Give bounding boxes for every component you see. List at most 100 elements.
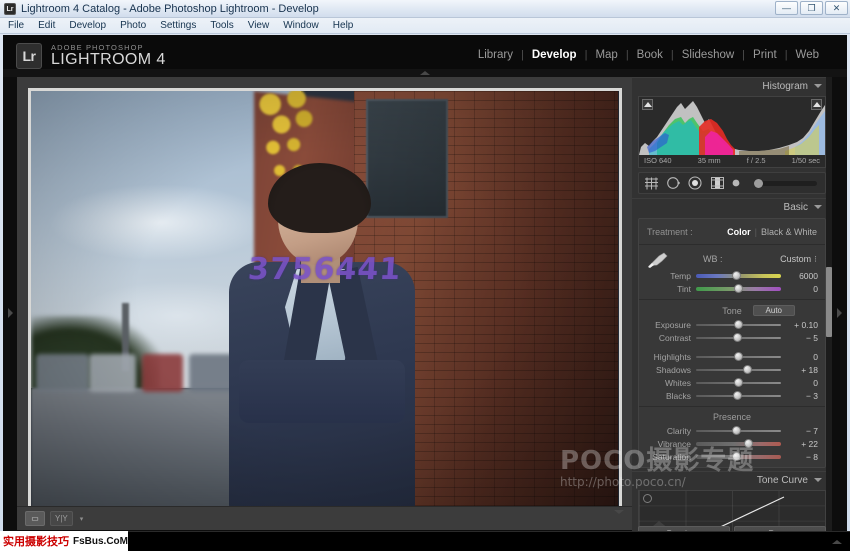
tone-curve-panel-header[interactable]: Tone Curve <box>632 471 832 488</box>
module-slideshow[interactable]: Slideshow <box>674 49 742 61</box>
module-library[interactable]: Library <box>470 49 521 61</box>
slider-knob[interactable] <box>732 452 741 461</box>
close-button[interactable]: ✕ <box>825 1 848 15</box>
identity-plate[interactable]: Lr ADOBE PHOTOSHOP LIGHTROOM 4 <box>16 43 166 69</box>
targeted-adjustment-icon[interactable] <box>643 494 652 503</box>
menu-item-photo[interactable]: Photo <box>120 20 146 31</box>
slider-knob[interactable] <box>734 284 743 293</box>
slider-track[interactable] <box>696 324 781 326</box>
slider-label: Saturation <box>643 452 691 462</box>
slider-knob[interactable] <box>734 320 743 329</box>
minimize-button[interactable]: — <box>775 1 798 15</box>
left-panel-collapse-handle[interactable] <box>3 77 17 548</box>
white-balance-selector-icon[interactable] <box>645 251 671 271</box>
slider-blacks[interactable]: Blacks − 3 <box>639 389 825 402</box>
top-panel-collapse-handle[interactable] <box>3 69 847 77</box>
before-after-button[interactable]: Y|Y <box>50 511 73 526</box>
slider-highlights[interactable]: Highlights 0 <box>639 350 825 363</box>
right-panel-collapse-handle[interactable] <box>832 77 847 548</box>
slider-track[interactable] <box>696 455 781 459</box>
wb-dropdown-icon[interactable]: ⁝ <box>814 254 817 265</box>
slider-track[interactable] <box>696 287 781 291</box>
slider-track[interactable] <box>696 369 781 371</box>
slider-knob[interactable] <box>744 439 753 448</box>
slider-vibrance[interactable]: Vibrance + 22 <box>639 437 825 450</box>
slider-contrast[interactable]: Contrast − 5 <box>639 331 825 344</box>
slider-value[interactable]: + 18 <box>786 365 818 375</box>
auto-tone-button[interactable]: Auto <box>753 305 795 316</box>
histogram-panel-header[interactable]: Histogram <box>632 77 832 94</box>
menu-item-view[interactable]: View <box>248 20 270 31</box>
slider-knob[interactable] <box>734 352 743 361</box>
red-eye-correction-icon[interactable] <box>688 176 703 190</box>
slider-value[interactable]: 6000 <box>786 271 818 281</box>
module-print[interactable]: Print <box>745 49 785 61</box>
slider-value[interactable]: − 8 <box>786 452 818 462</box>
wb-preset-value[interactable]: Custom <box>780 254 811 264</box>
slider-knob[interactable] <box>733 333 742 342</box>
lightroom-shell: Lr ADOBE PHOTOSHOP LIGHTROOM 4 Library |… <box>3 35 847 548</box>
loupe-view-button[interactable]: ▭ <box>25 511 45 526</box>
view-toolbar: ▭ Y|Y ▾ <box>17 506 632 530</box>
slider-tint[interactable]: Tint 0 <box>639 282 825 295</box>
slider-value[interactable]: − 3 <box>786 391 818 401</box>
menu-item-window[interactable]: Window <box>283 20 319 31</box>
image-preview-area[interactable]: 3756441 <box>17 77 632 548</box>
slider-knob[interactable] <box>743 365 752 374</box>
menu-item-file[interactable]: File <box>8 20 24 31</box>
photo-image[interactable]: 3756441 <box>31 91 619 515</box>
slider-track[interactable] <box>696 442 781 446</box>
brush-size-knob[interactable] <box>754 179 763 188</box>
slider-exposure[interactable]: Exposure + 0.10 <box>639 318 825 331</box>
module-web[interactable]: Web <box>788 49 827 61</box>
slider-whites[interactable]: Whites 0 <box>639 376 825 389</box>
slider-track[interactable] <box>696 382 781 384</box>
slider-value[interactable]: − 7 <box>786 426 818 436</box>
menu-item-develop[interactable]: Develop <box>69 20 106 31</box>
slider-knob[interactable] <box>732 271 741 280</box>
module-picker: Library | Develop | Map | Book | Slidesh… <box>470 49 827 61</box>
module-map[interactable]: Map <box>587 49 625 61</box>
slider-clarity[interactable]: Clarity − 7 <box>639 424 825 437</box>
slider-value[interactable]: 0 <box>786 284 818 294</box>
slider-shadows[interactable]: Shadows + 18 <box>639 363 825 376</box>
maximize-button[interactable]: ❐ <box>800 1 823 15</box>
slider-track[interactable] <box>696 430 781 432</box>
module-book[interactable]: Book <box>629 49 671 61</box>
slider-value[interactable]: + 22 <box>786 439 818 449</box>
slider-track[interactable] <box>696 395 781 397</box>
spot-removal-icon[interactable] <box>666 176 681 190</box>
menu-item-tools[interactable]: Tools <box>210 20 233 31</box>
exif-focal-length: 35 mm <box>698 156 721 165</box>
photo-car <box>36 354 89 392</box>
slider-value[interactable]: + 0.10 <box>786 320 818 330</box>
slider-value[interactable]: 0 <box>786 378 818 388</box>
slider-track[interactable] <box>696 337 781 339</box>
histogram-title: Histogram <box>762 81 808 92</box>
brush-size-slider[interactable] <box>754 181 817 186</box>
presence-block: Presence Clarity − 7 Vibrance + 22 <box>639 407 825 467</box>
module-develop[interactable]: Develop <box>524 49 585 61</box>
adjustment-brush-icon[interactable] <box>732 177 743 189</box>
histogram[interactable]: ISO 640 35 mm f / 2.5 1/50 sec <box>638 96 826 168</box>
slider-saturation[interactable]: Saturation − 8 <box>639 450 825 463</box>
slider-knob[interactable] <box>733 391 742 400</box>
slider-value[interactable]: − 5 <box>786 333 818 343</box>
chevron-down-icon[interactable]: ▾ <box>80 515 84 523</box>
crop-overlay-icon[interactable] <box>644 177 659 190</box>
menu-item-help[interactable]: Help <box>333 20 354 31</box>
graduated-filter-icon[interactable] <box>710 176 725 190</box>
menu-item-edit[interactable]: Edit <box>38 20 55 31</box>
slider-knob[interactable] <box>732 426 741 435</box>
chevron-up-icon[interactable] <box>832 540 842 544</box>
treatment-bw-option[interactable]: Black & White <box>761 227 817 237</box>
slider-track[interactable] <box>696 356 781 358</box>
shadow-clipping-indicator[interactable] <box>642 99 653 110</box>
basic-panel-header[interactable]: Basic <box>632 198 832 215</box>
treatment-color-option[interactable]: Color <box>727 227 751 237</box>
menu-item-settings[interactable]: Settings <box>160 20 196 31</box>
slider-knob[interactable] <box>734 378 743 387</box>
slider-value[interactable]: 0 <box>786 352 818 362</box>
slider-track[interactable] <box>696 274 781 278</box>
highlight-clipping-indicator[interactable] <box>811 99 822 110</box>
